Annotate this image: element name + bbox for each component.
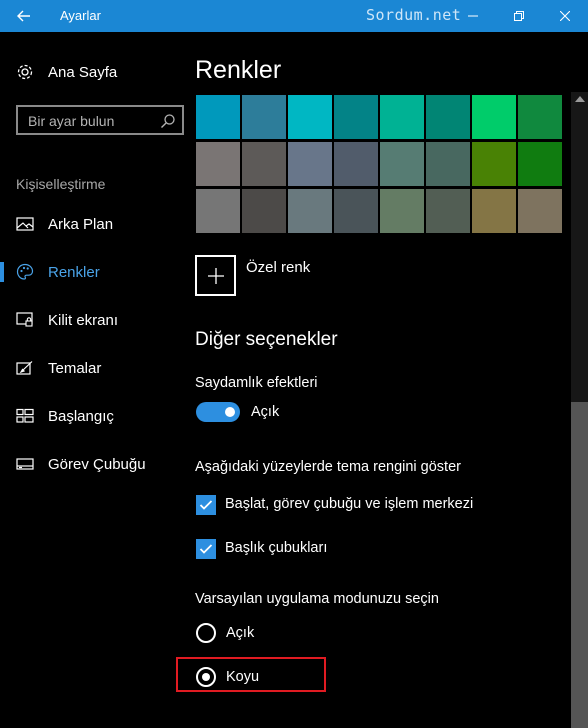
scrollbar[interactable] — [571, 92, 588, 728]
color-swatch[interactable] — [242, 189, 286, 233]
color-swatch[interactable] — [426, 95, 470, 139]
checkmark-icon — [199, 500, 213, 510]
highlight-annotation — [176, 657, 326, 692]
color-swatch[interactable] — [380, 189, 424, 233]
transparency-state: Açık — [251, 404, 280, 420]
mode-light-radio[interactable] — [196, 623, 216, 643]
color-swatch[interactable] — [472, 189, 516, 233]
title-bar: Ayarlar Sordum.net — [0, 0, 588, 32]
color-swatch[interactable] — [518, 142, 562, 186]
sidebar-item-lock-screen[interactable]: Kilit ekranı — [0, 300, 195, 340]
home-label: Ana Sayfa — [48, 63, 118, 81]
sidebar-item-label: Görev Çubuğu — [48, 455, 146, 473]
sidebar-item-label: Arka Plan — [48, 215, 114, 233]
custom-color-label[interactable]: Özel renk — [246, 259, 310, 276]
active-indicator — [0, 262, 4, 282]
color-swatch[interactable] — [196, 142, 240, 186]
color-swatch[interactable] — [518, 95, 562, 139]
color-swatch[interactable] — [380, 142, 424, 186]
close-button[interactable] — [542, 0, 588, 32]
color-swatch[interactable] — [380, 95, 424, 139]
main-content: Renkler Özel renk Diğer seçenekler Sayda… — [195, 32, 588, 728]
start-taskbar-checkbox-label[interactable]: Başlat, görev çubuğu ve işlem merkezi — [225, 496, 473, 512]
toggle-knob — [225, 407, 235, 417]
back-arrow-icon — [17, 10, 30, 22]
plus-icon — [207, 267, 224, 284]
search-icon[interactable] — [160, 113, 176, 129]
color-swatch[interactable] — [242, 95, 286, 139]
restore-icon — [514, 11, 524, 21]
watermark: Sordum.net — [366, 6, 462, 24]
mode-light-label[interactable]: Açık — [226, 625, 254, 641]
home-link[interactable]: Ana Sayfa — [0, 52, 195, 92]
color-swatch[interactable] — [196, 95, 240, 139]
color-swatch[interactable] — [472, 95, 516, 139]
color-swatch[interactable] — [426, 142, 470, 186]
minimize-icon — [468, 15, 478, 17]
sidebar-item-label: Temalar — [48, 359, 102, 377]
transparency-toggle[interactable] — [196, 402, 240, 422]
themes-icon — [16, 359, 34, 377]
sidebar-item-start[interactable]: Başlangıç — [0, 396, 195, 436]
maximize-button[interactable] — [496, 0, 542, 32]
color-swatch[interactable] — [426, 189, 470, 233]
color-swatch[interactable] — [288, 142, 332, 186]
color-swatch[interactable] — [196, 189, 240, 233]
color-swatch[interactable] — [334, 95, 378, 139]
window-title: Ayarlar — [60, 8, 101, 23]
start-taskbar-checkbox[interactable] — [196, 495, 216, 515]
color-swatch[interactable] — [334, 189, 378, 233]
scroll-up-icon[interactable] — [575, 96, 585, 102]
search-placeholder: Bir ayar bulun — [28, 113, 115, 129]
picture-icon — [16, 215, 34, 233]
lock-screen-icon — [16, 311, 34, 329]
sidebar-item-colors[interactable]: Renkler — [0, 252, 195, 292]
color-swatch[interactable] — [242, 142, 286, 186]
app-mode-label: Varsayılan uygulama modunuzu seçin — [195, 591, 439, 607]
section-label: Kişiselleştirme — [16, 176, 106, 192]
checkmark-icon — [199, 544, 213, 554]
transparency-label: Saydamlık efektleri — [195, 375, 318, 391]
minimize-button[interactable] — [450, 0, 496, 32]
scroll-thumb[interactable] — [571, 402, 588, 728]
color-swatch[interactable] — [472, 142, 516, 186]
sidebar-item-background[interactable]: Arka Plan — [0, 204, 195, 244]
titlebar-checkbox-label[interactable]: Başlık çubukları — [225, 540, 327, 556]
page-title: Renkler — [195, 56, 282, 84]
back-button[interactable] — [0, 0, 48, 32]
palette-icon — [16, 263, 34, 281]
sidebar: Ana Sayfa Bir ayar bulun Kişiselleştirme… — [0, 32, 195, 728]
other-options-heading: Diğer seçenekler — [195, 329, 338, 350]
sidebar-item-label: Kilit ekranı — [48, 311, 119, 329]
gear-icon — [16, 63, 34, 81]
sidebar-item-themes[interactable]: Temalar — [0, 348, 195, 388]
start-icon — [16, 407, 34, 425]
color-swatch[interactable] — [288, 95, 332, 139]
color-swatch[interactable] — [334, 142, 378, 186]
close-icon — [560, 11, 570, 21]
surfaces-label: Aşağıdaki yüzeylerde tema rengini göster — [195, 459, 461, 475]
sidebar-item-label: Renkler — [48, 263, 100, 281]
taskbar-icon — [16, 455, 34, 473]
titlebar-checkbox[interactable] — [196, 539, 216, 559]
sidebar-item-taskbar[interactable]: Görev Çubuğu — [0, 444, 195, 484]
color-swatch[interactable] — [288, 189, 332, 233]
sidebar-item-label: Başlangıç — [48, 407, 114, 425]
color-swatch[interactable] — [518, 189, 562, 233]
custom-color-button[interactable] — [195, 255, 236, 296]
search-input[interactable]: Bir ayar bulun — [16, 105, 184, 135]
